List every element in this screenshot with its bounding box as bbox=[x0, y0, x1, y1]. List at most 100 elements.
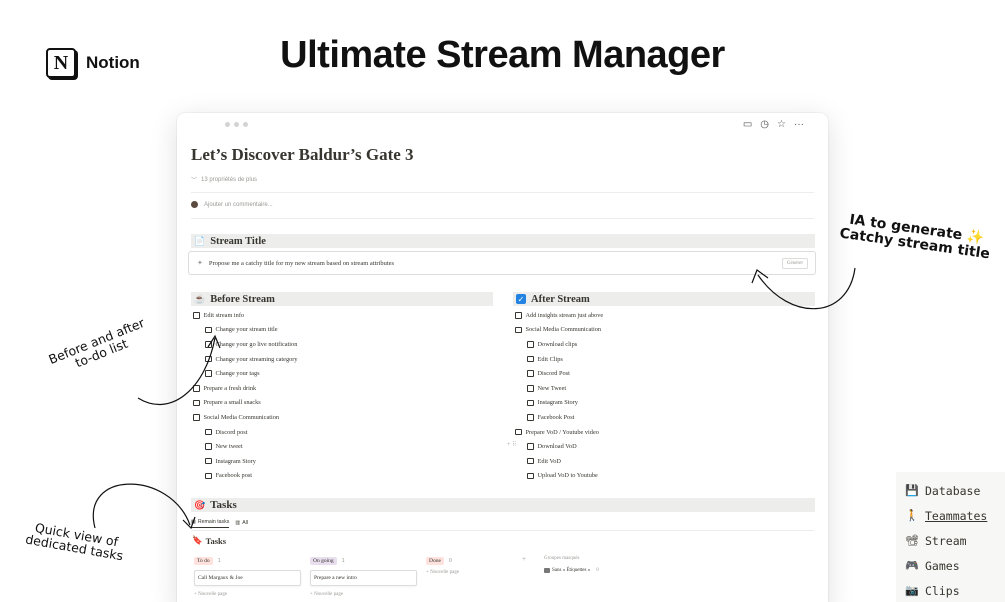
sidebar-item-stream[interactable]: 📽 Stream bbox=[905, 528, 1005, 553]
tasks-board-title-label: Tasks bbox=[205, 535, 227, 546]
ai-prompt-text: Propose me a catchy title for my new str… bbox=[208, 259, 395, 267]
drag-handle-icon[interactable]: + ⠿ bbox=[507, 441, 517, 448]
todo-checkbox[interactable] bbox=[515, 312, 522, 319]
todo-checkbox[interactable] bbox=[527, 399, 534, 407]
sidebar-item-label: Stream bbox=[925, 533, 967, 548]
hidden-group-item[interactable]: Sans « Étiquettes » 0 bbox=[544, 568, 599, 573]
checkbox-icon: ✓ bbox=[516, 294, 526, 304]
todo-label[interactable]: Prepare VoD / Youtube video bbox=[526, 429, 599, 436]
todo-checkbox[interactable] bbox=[527, 414, 534, 421]
comment-field[interactable]: Ajouter un commentaire... bbox=[191, 201, 273, 208]
todo-label[interactable]: Edit VoD bbox=[538, 458, 561, 465]
todo-item: Instagram Story bbox=[515, 396, 603, 411]
sidebar-icon: 📽 bbox=[905, 534, 919, 547]
tab-all[interactable]: ▥ All bbox=[235, 520, 248, 528]
hidden-group-item-label: Sans « Étiquettes » bbox=[552, 568, 591, 573]
new-page-button[interactable]: + Nouvelle page bbox=[194, 592, 301, 597]
todo-item: Instagram Story bbox=[193, 454, 298, 469]
todo-checkbox[interactable] bbox=[205, 370, 212, 377]
todo-checkbox[interactable] bbox=[527, 355, 534, 363]
todo-label[interactable]: Edit stream info bbox=[204, 312, 245, 319]
sidebar-item-label: Database bbox=[925, 483, 981, 498]
todo-checkbox[interactable] bbox=[205, 443, 212, 450]
todo-label[interactable]: Instagram Story bbox=[216, 458, 256, 465]
todo-label[interactable]: Instagram Story bbox=[538, 399, 578, 406]
todo-item: Edit VoD bbox=[515, 454, 603, 469]
divider bbox=[191, 218, 814, 219]
todo-label[interactable]: Facebook Post bbox=[538, 414, 575, 421]
todo-checkbox[interactable] bbox=[527, 341, 534, 348]
todo-item: Download clips bbox=[515, 337, 603, 352]
document-icon: 📄 bbox=[194, 236, 206, 246]
todo-checkbox[interactable] bbox=[193, 385, 200, 392]
todo-item: Prepare VoD / Youtube video bbox=[515, 425, 603, 440]
todo-label[interactable]: Social Media Communication bbox=[204, 414, 280, 421]
todo-label[interactable]: Discord post bbox=[216, 429, 248, 436]
todo-checkbox[interactable] bbox=[193, 414, 200, 421]
sidebar-item-games[interactable]: 🎮 Games bbox=[905, 553, 1005, 578]
headline: Ultimate Stream Manager bbox=[280, 34, 725, 76]
todo-item: Prepare a small snacks bbox=[193, 396, 298, 411]
todo-label[interactable]: Prepare a small snacks bbox=[204, 399, 261, 406]
history-icon[interactable]: ◷ bbox=[760, 119, 769, 131]
todo-item: Facebook Post bbox=[515, 410, 603, 425]
todo-label[interactable]: Download clips bbox=[538, 341, 578, 348]
ai-prompt-block[interactable]: ✦ Propose me a catchy title for my new s… bbox=[188, 251, 816, 275]
todo-label[interactable]: Social Media Communication bbox=[526, 326, 602, 333]
todo-label[interactable]: Add insights stream just above bbox=[526, 312, 604, 319]
properties-toggle[interactable]: ﹀ 13 propriétés de plus bbox=[191, 175, 257, 185]
new-page-button[interactable]: + Nouvelle page bbox=[426, 570, 533, 575]
todo-label[interactable]: Edit Clips bbox=[538, 356, 563, 363]
todo-checkbox[interactable] bbox=[527, 443, 534, 450]
sidebar-item-clips[interactable]: 📷 Clips bbox=[905, 578, 1005, 602]
new-page-button[interactable]: + Nouvelle page bbox=[310, 592, 417, 597]
todo-checkbox[interactable] bbox=[527, 472, 534, 480]
todo-checkbox[interactable] bbox=[527, 457, 534, 465]
todo-checkbox[interactable] bbox=[527, 370, 534, 377]
todo-checkbox[interactable] bbox=[205, 472, 212, 480]
todo-checkbox[interactable] bbox=[205, 341, 212, 348]
before-stream-heading: ☕ Before Stream bbox=[191, 292, 493, 306]
todo-checkbox[interactable] bbox=[205, 457, 212, 465]
tasks-heading-label: Tasks bbox=[210, 499, 237, 511]
add-group-icon[interactable]: + bbox=[522, 555, 526, 563]
task-card[interactable]: Prepare a new intro bbox=[310, 570, 417, 586]
sidebar-icon: 💾 bbox=[905, 484, 919, 497]
annotation-todo-lists: Before and after to-do list bbox=[46, 315, 151, 379]
todo-item: New Tweet bbox=[515, 381, 603, 396]
todo-label[interactable]: New Tweet bbox=[538, 385, 567, 392]
todo-label[interactable]: New tweet bbox=[216, 443, 243, 450]
todo-label[interactable]: Download VoD bbox=[538, 443, 577, 450]
tab-remain-tasks[interactable]: ▦ Remain tasks bbox=[191, 519, 230, 528]
todo-label[interactable]: Change your streaming category bbox=[216, 356, 298, 363]
todo-checkbox[interactable] bbox=[515, 326, 522, 334]
page-title[interactable]: Let’s Discover Baldur’s Gate 3 bbox=[191, 145, 414, 165]
todo-checkbox[interactable] bbox=[527, 385, 534, 392]
todo-label[interactable]: Change your tags bbox=[216, 370, 260, 377]
generate-button[interactable]: Générer bbox=[781, 258, 808, 269]
task-card[interactable]: Call Margaux & Joe bbox=[194, 570, 301, 586]
todo-label[interactable]: Discord Post bbox=[538, 370, 570, 377]
sidebar-item-database[interactable]: 💾 Database bbox=[905, 478, 1005, 503]
more-icon[interactable]: ··· bbox=[794, 119, 804, 131]
todo-checkbox[interactable] bbox=[193, 312, 200, 319]
stream-title-heading: 📄 Stream Title bbox=[191, 234, 815, 248]
todo-checkbox[interactable] bbox=[205, 428, 212, 436]
sidebar-item-teammates[interactable]: 🚶 Teammates bbox=[905, 503, 1005, 528]
todo-label[interactable]: Change your go live notification bbox=[216, 341, 298, 348]
todo-checkbox[interactable] bbox=[515, 428, 522, 436]
todo-checkbox[interactable] bbox=[205, 355, 212, 363]
todo-label[interactable]: Prepare a fresh drink bbox=[204, 385, 257, 392]
todo-item: Social Media Communication bbox=[193, 410, 298, 425]
todo-label[interactable]: Facebook post bbox=[216, 472, 253, 479]
page-toolbar: ▭ ◷ ☆ ··· bbox=[743, 119, 804, 131]
chevron-down-icon: ﹀ bbox=[191, 178, 198, 184]
todo-checkbox[interactable] bbox=[193, 399, 200, 407]
divider bbox=[191, 192, 814, 193]
comment-icon[interactable]: ▭ bbox=[743, 119, 752, 131]
star-icon[interactable]: ☆ bbox=[777, 119, 786, 131]
coffee-icon: ☕ bbox=[194, 294, 206, 304]
todo-label[interactable]: Change your stream title bbox=[216, 326, 278, 333]
todo-label[interactable]: Upload VoD to Youtube bbox=[538, 472, 598, 479]
todo-checkbox[interactable] bbox=[205, 326, 212, 334]
